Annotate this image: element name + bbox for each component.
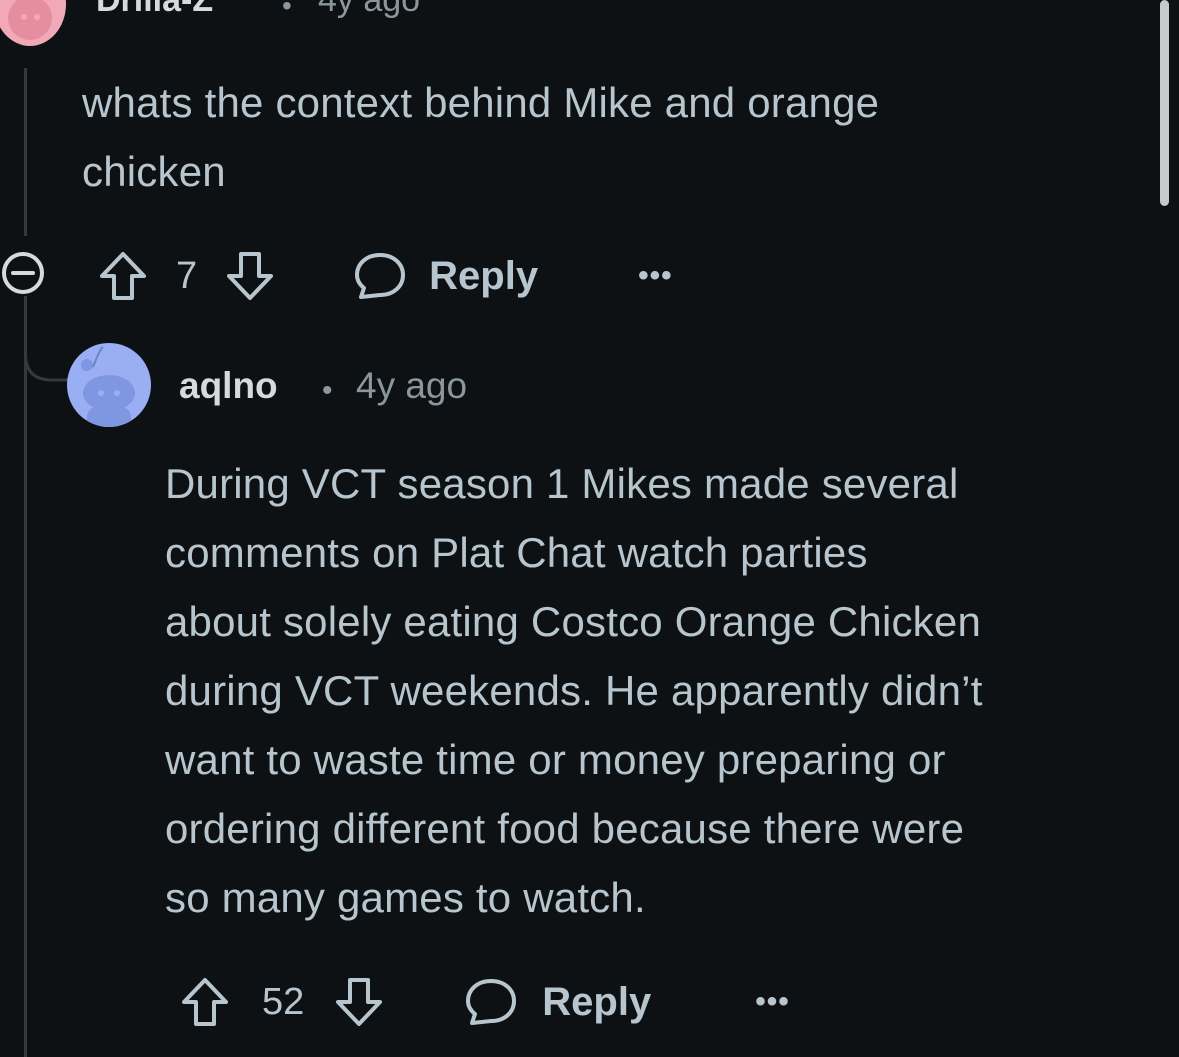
scrollbar-thumb[interactable] [1160,0,1169,206]
comment-line: want to waste time or money preparing or [165,736,946,783]
vote-score: 7 [176,254,198,297]
author-name[interactable]: Drilla-Z [96,0,213,20]
thread-line-child [24,300,27,1057]
downvote-arrow-icon[interactable] [225,250,275,302]
action-row-parent: 7 Reply ••• [98,248,673,304]
reply-button[interactable]: Reply [353,250,538,302]
reply-label: Reply [429,253,539,298]
thread-line-parent [24,68,27,236]
comment-body-child: During VCT season 1 Mikes made several c… [165,449,1165,932]
avatar-parent[interactable] [0,0,66,46]
vote-score: 52 [262,980,305,1023]
comment-line: comments on Plat Chat watch parties [165,529,868,576]
snoo-avatar-icon [8,0,52,40]
comment-body-parent: whats the context behind Mike and orange… [82,68,1082,206]
separator-dot: • [282,0,292,21]
reply-button[interactable]: Reply [464,976,651,1028]
timestamp: 4y ago [318,0,421,19]
speech-bubble-icon [355,253,406,299]
more-options-button[interactable]: ••• [755,985,790,1019]
comment-line: about solely eating Costco Orange Chicke… [165,598,982,645]
minus-circle-icon[interactable] [0,250,46,296]
comment-line: ordering different food because there we… [165,805,965,852]
reply-label: Reply [542,979,652,1024]
avatar-child[interactable] [67,343,151,427]
downvote-arrow-icon[interactable] [334,976,384,1028]
upvote-arrow-icon[interactable] [180,976,230,1028]
comment-line: chicken [82,148,226,195]
author-name[interactable]: aqlno [179,365,278,407]
more-options-button[interactable]: ••• [638,259,673,293]
comment-line: During VCT season 1 Mikes made several [165,460,959,507]
comment-line: during VCT weekends. He apparently didn’… [165,667,983,714]
action-row-child: 52 Reply ••• [180,974,790,1030]
separator-dot: • [322,374,333,407]
upvote-arrow-icon[interactable] [98,250,148,302]
comment-line: whats the context behind Mike and orange [82,79,880,126]
thread-connector [24,296,70,382]
snoo-avatar-icon [81,346,135,427]
timestamp: 4y ago [356,365,468,406]
speech-bubble-icon [466,979,517,1025]
comment-line: so many games to watch. [165,874,646,921]
